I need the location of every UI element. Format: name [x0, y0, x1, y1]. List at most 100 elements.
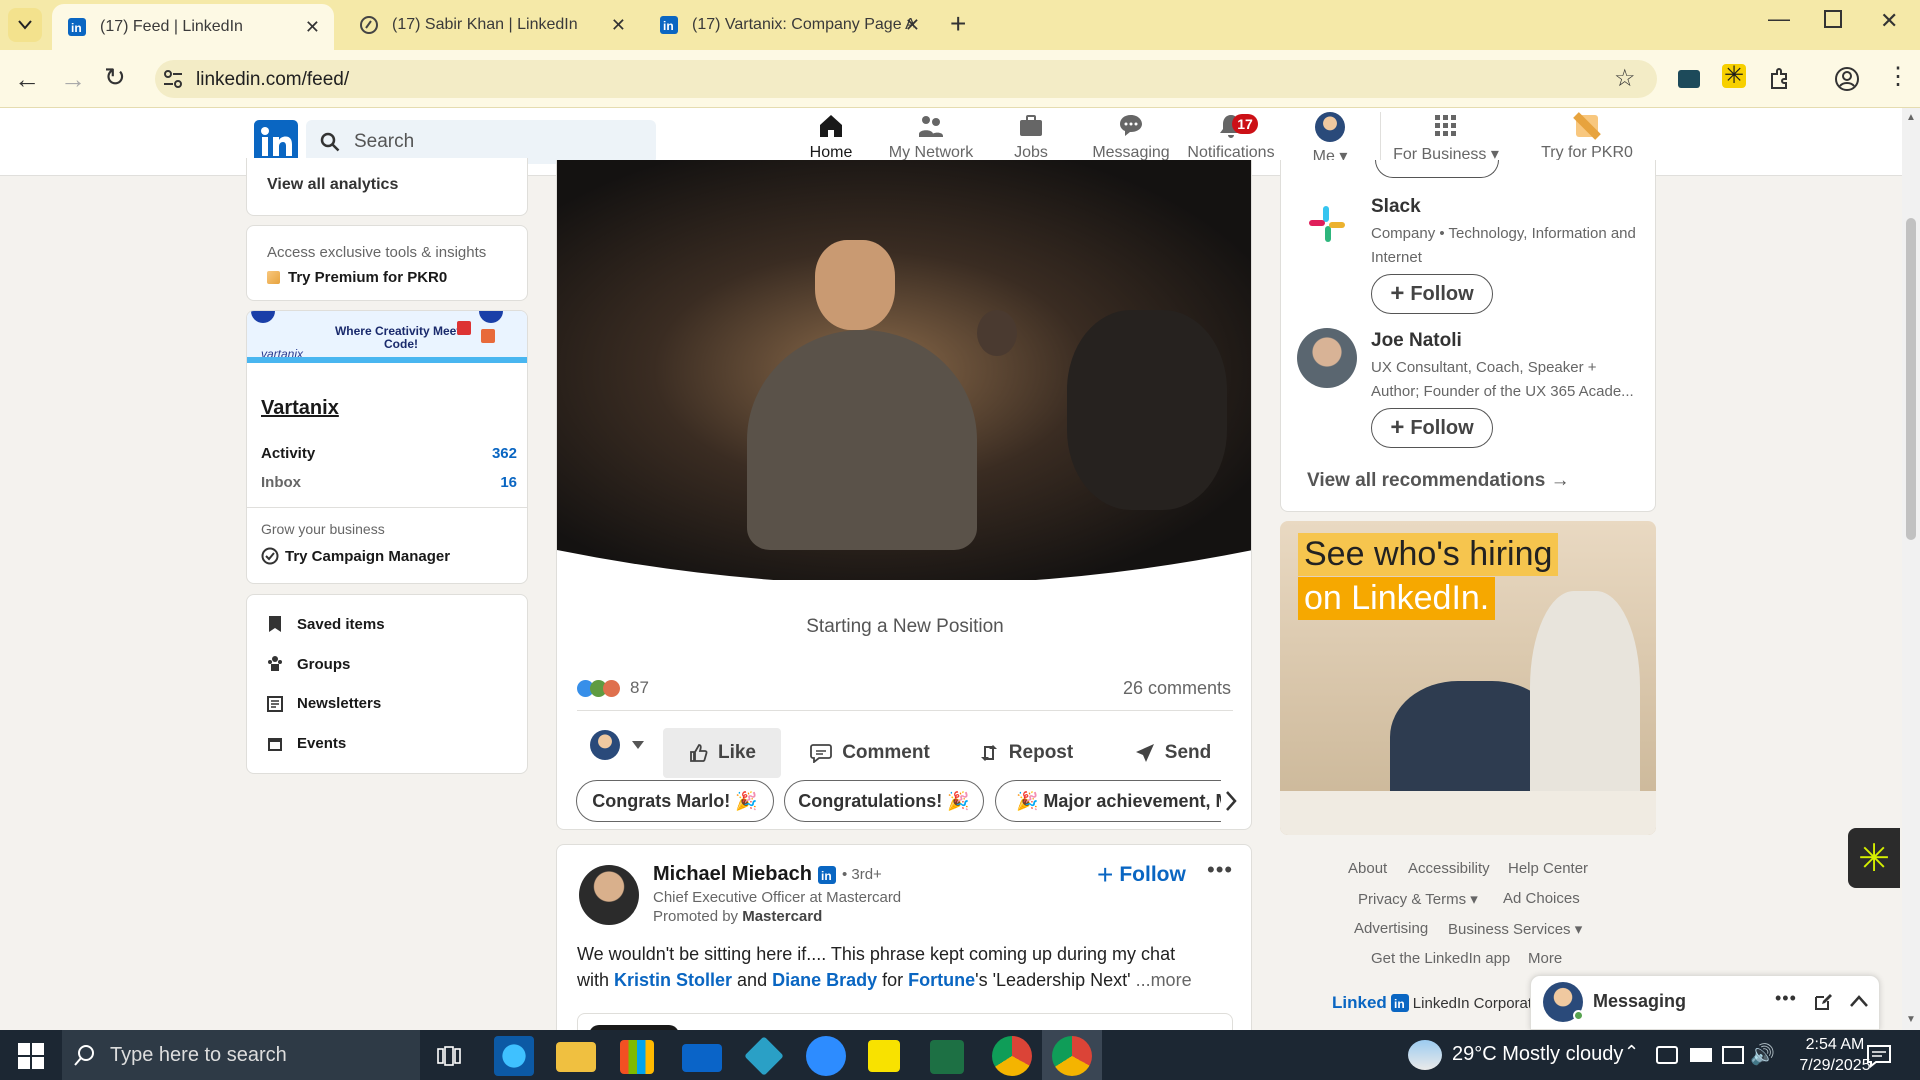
bookmark-star-icon[interactable]: ☆: [1614, 64, 1636, 93]
comment-button[interactable]: Comment: [800, 728, 940, 778]
site-settings-icon[interactable]: [162, 68, 184, 90]
close-tab-icon[interactable]: ✕: [611, 15, 626, 36]
sticky-notes-icon[interactable]: [868, 1040, 900, 1072]
newsletters-link[interactable]: Newsletters: [267, 695, 381, 712]
chevron-right-icon[interactable]: [1224, 790, 1238, 812]
compose-icon[interactable]: [1813, 992, 1833, 1012]
tab-company-page[interactable]: in (17) Vartanix: Company Page Ac ✕: [644, 0, 934, 50]
post-options-icon[interactable]: •••: [1207, 857, 1233, 883]
messaging-options-icon[interactable]: •••: [1775, 988, 1797, 1009]
close-window-button[interactable]: ✕: [1880, 8, 1898, 34]
hiring-ad[interactable]: See who's hiring on LinkedIn.: [1280, 521, 1656, 835]
company-name-link[interactable]: Vartanix: [261, 397, 339, 420]
profile-icon[interactable]: [1834, 66, 1860, 92]
edge-icon[interactable]: [494, 1036, 534, 1076]
notification-center-icon[interactable]: [1866, 1044, 1892, 1068]
tab-profile[interactable]: (17) Sabir Khan | LinkedIn ✕: [344, 0, 640, 50]
scrollbar-thumb[interactable]: [1906, 218, 1916, 540]
suggested-comment-chip[interactable]: Congratulations! 🎉: [784, 780, 984, 822]
menu-kebab-icon[interactable]: ⋮: [1886, 62, 1910, 91]
mention-link[interactable]: Diane Brady: [772, 970, 877, 990]
try-premium-link[interactable]: Try Premium for PKR0: [267, 269, 447, 286]
see-more-link[interactable]: ...more: [1136, 970, 1192, 990]
follow-author-button[interactable]: + Follow: [1097, 859, 1186, 891]
follow-label: Follow: [1410, 416, 1474, 439]
weather-text[interactable]: 29°C Mostly cloudy: [1452, 1043, 1623, 1066]
footer-ad-choices[interactable]: Ad Choices: [1503, 890, 1580, 907]
puzzle-icon[interactable]: [1768, 66, 1792, 90]
task-view-icon[interactable]: [437, 1044, 461, 1068]
groups-link[interactable]: Groups: [267, 655, 350, 673]
meet-icon[interactable]: [1656, 1046, 1678, 1064]
rec-name-link[interactable]: Slack: [1371, 196, 1421, 218]
chevron-up-icon[interactable]: [1849, 994, 1869, 1008]
chrome-icon[interactable]: [1052, 1036, 1092, 1076]
rec-avatar[interactable]: [1297, 328, 1357, 388]
tray-chevron-icon[interactable]: ⌃: [1624, 1042, 1639, 1063]
repost-button[interactable]: Repost: [966, 728, 1086, 778]
activity-row[interactable]: Activity 362: [261, 445, 517, 462]
inbox-row[interactable]: Inbox 16: [261, 474, 517, 491]
back-button[interactable]: ←: [14, 64, 40, 95]
footer-advertising[interactable]: Advertising: [1354, 920, 1428, 937]
mention-link[interactable]: Fortune: [908, 970, 975, 990]
excel-icon[interactable]: [930, 1040, 964, 1074]
battery-icon[interactable]: [1690, 1048, 1712, 1062]
like-button[interactable]: Like: [663, 728, 781, 778]
events-link[interactable]: Events: [267, 735, 346, 752]
reactions-count[interactable]: 87: [577, 678, 649, 698]
view-all-recommendations-link[interactable]: View all recommendations →: [1307, 470, 1570, 492]
scroll-up-icon[interactable]: ▲: [1906, 112, 1916, 123]
extension-icon[interactable]: [1678, 70, 1700, 88]
close-tab-icon[interactable]: ✕: [905, 15, 920, 36]
address-bar[interactable]: [155, 60, 1657, 98]
follow-button[interactable]: + Follow: [1371, 408, 1493, 448]
tab-feed[interactable]: in (17) Feed | LinkedIn ✕: [52, 4, 334, 50]
minimize-button[interactable]: —: [1768, 6, 1790, 32]
scroll-down-icon[interactable]: ▼: [1906, 1014, 1916, 1025]
view-all-analytics-link[interactable]: View all analytics: [267, 176, 398, 194]
mail-icon[interactable]: [682, 1044, 722, 1072]
campaign-manager-link[interactable]: Try Campaign Manager: [261, 547, 450, 565]
chrome-icon[interactable]: [992, 1036, 1032, 1076]
new-tab-button[interactable]: +: [950, 8, 966, 40]
store-icon[interactable]: [620, 1040, 654, 1074]
follow-button[interactable]: + Follow: [1371, 274, 1493, 314]
reaction-identity-switcher[interactable]: [590, 730, 644, 760]
footer-accessibility[interactable]: Accessibility: [1408, 860, 1490, 877]
floating-extension-badge[interactable]: ✳: [1848, 828, 1900, 888]
footer-help-center[interactable]: Help Center: [1508, 860, 1588, 877]
mention-link[interactable]: Kristin Stoller: [614, 970, 732, 990]
footer-get-app[interactable]: Get the LinkedIn app: [1371, 950, 1510, 967]
follow-button-partial[interactable]: [1375, 160, 1499, 178]
suggested-comment-chip[interactable]: 🎉 Major achievement, M: [995, 780, 1221, 822]
forward-button[interactable]: →: [60, 64, 86, 95]
reload-button[interactable]: ↻: [104, 62, 126, 93]
ad-floor: [1280, 791, 1656, 835]
restore-button[interactable]: [1824, 10, 1842, 28]
taskbar-search-box[interactable]: Type here to search: [62, 1030, 420, 1080]
slack-logo-icon[interactable]: [1307, 204, 1347, 244]
comments-count-link[interactable]: 26 comments: [1123, 678, 1231, 699]
volume-icon[interactable]: 🔊: [1750, 1042, 1775, 1067]
send-button[interactable]: Send: [1118, 728, 1228, 778]
author-avatar[interactable]: [579, 865, 639, 925]
messaging-overlay[interactable]: Messaging •••: [1530, 975, 1880, 1030]
suggested-comment-chip[interactable]: Congrats Marlo! 🎉: [576, 780, 774, 822]
weather-icon[interactable]: [1408, 1040, 1442, 1070]
footer-privacy-terms[interactable]: Privacy & Terms ▾: [1358, 890, 1478, 908]
zoom-icon[interactable]: [806, 1036, 846, 1076]
footer-more[interactable]: More: [1528, 950, 1562, 967]
scrollbar[interactable]: ▲ ▼: [1902, 108, 1920, 1030]
file-explorer-icon[interactable]: [556, 1042, 596, 1072]
footer-about[interactable]: About: [1348, 860, 1387, 877]
windows-start-icon[interactable]: [18, 1043, 44, 1069]
saved-items-link[interactable]: Saved items: [267, 615, 385, 633]
extension-star-icon[interactable]: ✳: [1722, 64, 1746, 88]
network-tray-icon[interactable]: [1722, 1046, 1744, 1064]
rec-name-link[interactable]: Joe Natoli: [1371, 330, 1462, 352]
tab-search-button[interactable]: [8, 8, 42, 42]
close-tab-icon[interactable]: ✕: [305, 17, 320, 38]
footer-business-services[interactable]: Business Services ▾: [1448, 920, 1582, 938]
author-name-link[interactable]: Michael Miebach: [653, 863, 812, 886]
